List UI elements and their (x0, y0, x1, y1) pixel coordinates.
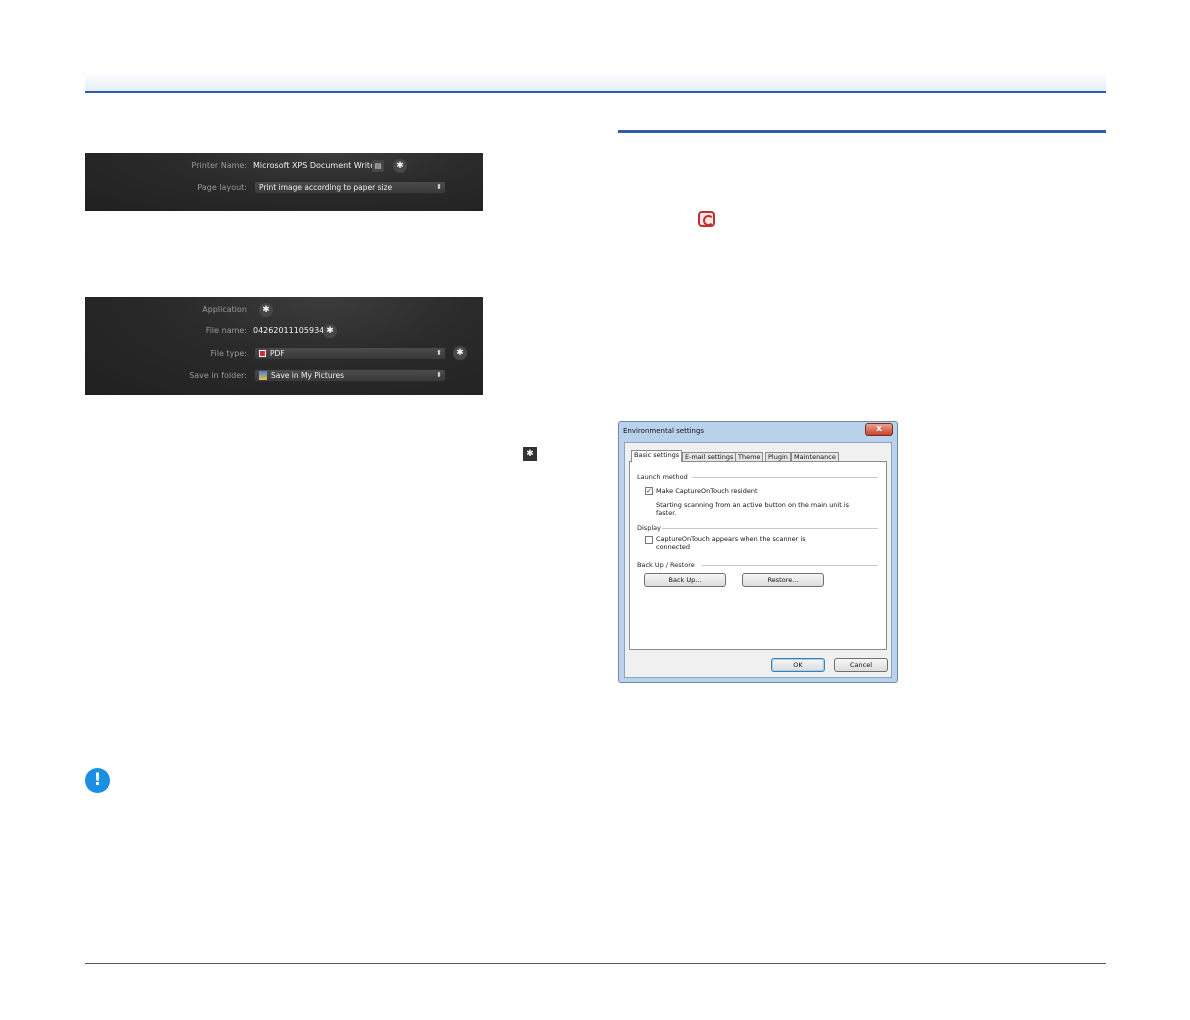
chevron-updown-icon: ⬍ (436, 349, 442, 357)
captureontouch-app-icon (698, 211, 715, 227)
file-name-gear-icon[interactable]: ✱ (323, 324, 337, 338)
tab-basic-settings[interactable]: Basic settings (631, 450, 683, 462)
file-type-label: File type: (210, 349, 248, 358)
save-folder-value: Save in My Pictures (271, 371, 345, 380)
environmental-settings-dialog: Environmental settings x Basic settings … (618, 421, 898, 683)
launch-method-label: Launch method (637, 473, 688, 481)
dialog-title: Environmental settings (623, 427, 705, 435)
page-layout-select[interactable]: Print image according to paper size ⬍ (254, 181, 446, 194)
basic-settings-pane: Launch method ✓ Make CaptureOnTouch resi… (629, 461, 887, 650)
dialog-body: Basic settings E-mail settings Theme Plu… (624, 442, 892, 678)
appears-label: CaptureOnTouch appears when the scanner … (656, 535, 806, 551)
page-layout-row: Page layout: Print image according to pa… (85, 180, 483, 196)
display-label: Display (637, 524, 661, 532)
section-divider (618, 130, 1106, 133)
file-type-row: File type: PDF ⬍ ✱ (85, 346, 483, 362)
save-settings-panel: Application ✱ File name: 04262011105934 … (85, 297, 483, 395)
printer-name-label: Printer Name: (191, 161, 247, 170)
backup-restore-label: Back Up / Restore (637, 561, 695, 569)
page-layout-value: Print image according to paper size (259, 183, 393, 192)
save-folder-row: Save in folder: Save in My Pictures ⬍ (85, 368, 483, 384)
file-type-value: PDF (270, 349, 285, 358)
chevron-updown-icon: ⬍ (436, 371, 442, 379)
group-line (692, 477, 878, 478)
chevron-updown-icon: ⬍ (436, 183, 442, 191)
file-type-select[interactable]: PDF ⬍ (254, 347, 446, 360)
application-row: Application ✱ (85, 302, 483, 318)
resident-description: Starting scanning from an active button … (656, 501, 850, 517)
group-line (662, 528, 878, 529)
printer-properties-icon[interactable]: ▤ (372, 160, 384, 172)
appears-checkbox[interactable] (645, 536, 653, 544)
printer-name-row: Printer Name: Microsoft XPS Document Wri… (85, 158, 483, 174)
file-name-row: File name: 04262011105934 ✱ (85, 323, 483, 339)
cancel-button[interactable]: Cancel (834, 658, 888, 672)
application-label: Application (202, 305, 247, 314)
folder-icon (259, 371, 267, 380)
file-name-label: File name: (205, 326, 247, 335)
backup-button[interactable]: Back Up... (644, 573, 726, 587)
make-resident-checkbox[interactable]: ✓ (645, 487, 653, 495)
make-resident-label: Make CaptureOnTouch resident (656, 487, 758, 495)
save-folder-label: Save in folder: (189, 371, 247, 380)
gear-icon: ✱ (523, 447, 537, 461)
printer-name-value: Microsoft XPS Document Writer (253, 161, 379, 170)
printer-settings-panel: Printer Name: Microsoft XPS Document Wri… (85, 153, 483, 211)
caution-icon: ! (85, 768, 110, 793)
pdf-icon (259, 350, 266, 357)
page-layout-label: Page layout: (197, 183, 247, 192)
footer-divider (85, 963, 1106, 964)
save-folder-select[interactable]: Save in My Pictures ⬍ (254, 369, 446, 382)
header-band (85, 72, 1106, 93)
close-icon[interactable]: x (865, 423, 893, 436)
restore-button[interactable]: Restore... (742, 573, 824, 587)
application-gear-icon[interactable]: ✱ (259, 303, 273, 317)
group-line (702, 565, 878, 566)
ok-button[interactable]: OK (771, 658, 825, 672)
printer-gear-icon[interactable]: ✱ (393, 159, 407, 173)
file-name-value: 04262011105934 (253, 326, 325, 335)
file-type-gear-icon[interactable]: ✱ (453, 346, 467, 360)
